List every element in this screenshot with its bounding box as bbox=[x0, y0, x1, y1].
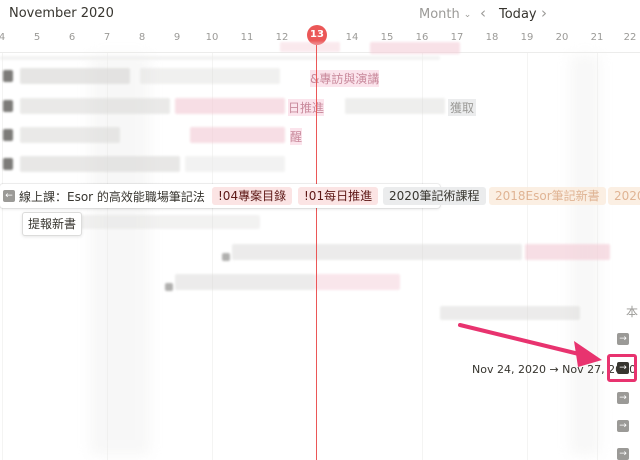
blurred-arrow bbox=[3, 100, 13, 112]
blurred-text bbox=[185, 156, 285, 172]
day-label: 6 bbox=[68, 32, 76, 43]
blurred-tag bbox=[525, 244, 610, 260]
day-label: 19 bbox=[520, 32, 534, 43]
blurred-tag bbox=[280, 42, 340, 52]
chevron-down-icon: ⌄ bbox=[463, 9, 472, 20]
blurred-tag bbox=[370, 42, 460, 54]
ghost-tag: 醒 bbox=[290, 128, 303, 145]
today-indicator-line bbox=[316, 45, 317, 460]
blurred-text bbox=[222, 253, 230, 261]
blurred-row bbox=[0, 56, 440, 60]
prev-month-icon[interactable]: ‹ bbox=[480, 4, 486, 22]
day-label: 20 bbox=[555, 32, 569, 43]
tag-new-book: 2018Esor筆記新書 bbox=[489, 187, 606, 205]
arrow-right-icon[interactable]: → bbox=[617, 420, 629, 432]
ghost-tag: 獲取 bbox=[448, 99, 477, 116]
blurred-column bbox=[90, 55, 150, 455]
month-title: November 2020 bbox=[9, 6, 114, 21]
grid-line bbox=[2, 53, 3, 460]
view-label: Month bbox=[419, 7, 460, 22]
blurred-tag bbox=[315, 274, 400, 290]
arrow-right-icon[interactable]: → bbox=[617, 392, 629, 404]
blurred-text bbox=[345, 98, 445, 114]
day-label: 4 bbox=[0, 32, 6, 43]
day-label: 14 bbox=[345, 32, 359, 43]
arrow-right-icon[interactable]: → bbox=[617, 333, 629, 345]
day-label: 8 bbox=[138, 32, 146, 43]
day-label: 11 bbox=[240, 32, 254, 43]
header-divider bbox=[0, 52, 640, 53]
day-label: 22 bbox=[623, 32, 637, 43]
blurred-text bbox=[20, 127, 120, 143]
blurred-text bbox=[20, 156, 180, 172]
ghost-tag: 日推進 bbox=[288, 99, 325, 116]
tag-2020: 2020 bbox=[608, 187, 640, 205]
day-label: 21 bbox=[590, 32, 604, 43]
day-label: 10 bbox=[205, 32, 219, 43]
day-label: 18 bbox=[485, 32, 499, 43]
blurred-text bbox=[60, 215, 260, 229]
next-month-icon[interactable]: › bbox=[541, 4, 547, 22]
blurred-tag bbox=[190, 127, 285, 143]
clipped-text: 本 bbox=[626, 305, 639, 319]
tag-daily-progress: !01每日推進 bbox=[298, 187, 379, 205]
blurred-arrow bbox=[3, 129, 13, 141]
blurred-text bbox=[175, 274, 315, 290]
blurred-text bbox=[165, 283, 173, 291]
timeline-item-title[interactable]: 線上課：Esor 的高效能職場筆記法 bbox=[19, 188, 205, 205]
blurred-text bbox=[232, 244, 522, 260]
ghost-tag: &專訪與演講 bbox=[310, 70, 380, 87]
day-label: 7 bbox=[103, 32, 111, 43]
blurred-arrow bbox=[3, 158, 13, 170]
day-label: 9 bbox=[173, 32, 181, 43]
item-tooltip: 提報新書 bbox=[22, 212, 83, 236]
grid-line bbox=[212, 53, 213, 460]
blurred-text bbox=[20, 98, 170, 114]
blurred-tag bbox=[175, 98, 285, 114]
arrow-right-icon[interactable]: → bbox=[617, 448, 629, 460]
arrow-left-icon[interactable]: ← bbox=[3, 190, 15, 202]
highlight-box bbox=[607, 354, 637, 382]
view-selector[interactable]: Month ⌄ bbox=[419, 7, 471, 22]
day-label: 5 bbox=[33, 32, 41, 43]
tag-note-course: 2020筆記術課程 bbox=[383, 187, 486, 205]
today-button[interactable]: Today bbox=[499, 7, 537, 22]
blurred-text bbox=[140, 68, 280, 84]
blurred-text bbox=[20, 68, 130, 84]
tag-project-directory: !04專案目錄 bbox=[212, 187, 293, 205]
blurred-arrow bbox=[3, 70, 13, 82]
blurred-text bbox=[440, 306, 580, 320]
